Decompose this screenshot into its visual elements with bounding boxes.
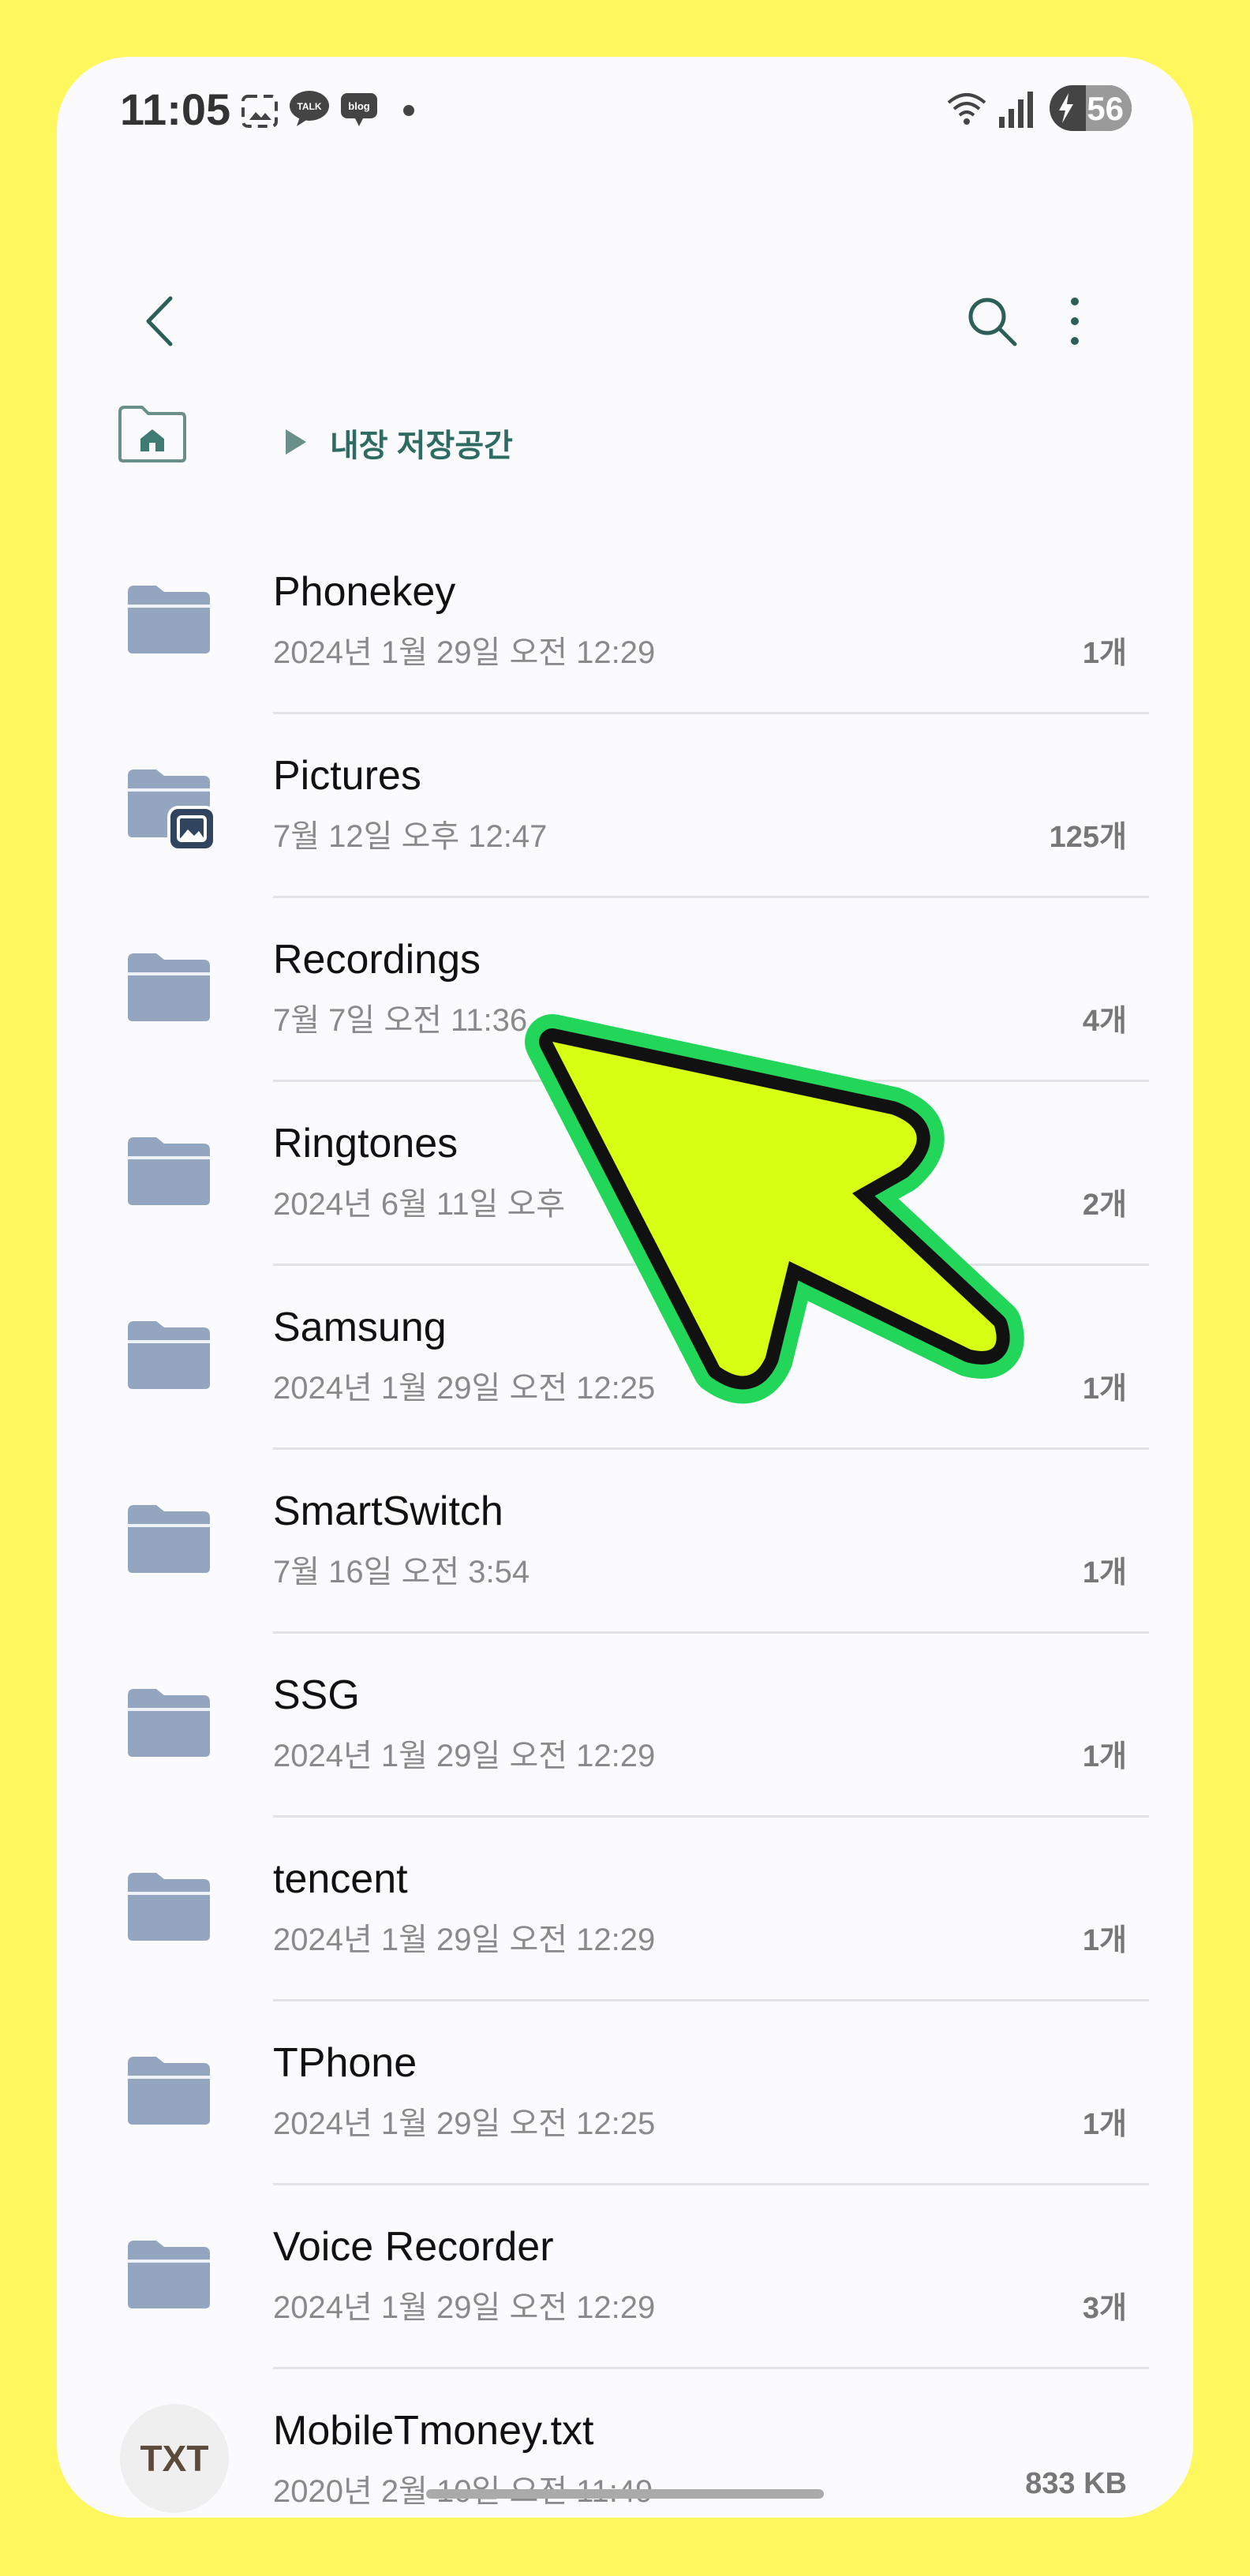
folder-icon [128, 1321, 210, 1389]
folder-icon [128, 1505, 210, 1573]
list-item[interactable]: Voice Recorder 2024년 1월 29일 오전 12:29 3개 [57, 2185, 1193, 2369]
item-count: 1개 [1082, 2108, 1127, 2141]
item-name: SSG [273, 1672, 360, 1718]
signal-icon [999, 92, 1033, 128]
list-item[interactable]: Phonekey 2024년 1월 29일 오전 12:29 1개 [57, 530, 1193, 714]
item-date: 2024년 1월 29일 오전 12:29 [273, 1739, 656, 1773]
item-name: Ringtones [273, 1121, 458, 1166]
folder-icon [128, 1689, 210, 1757]
list-item[interactable]: Pictures 7월 12일 오후 12:47 125개 [57, 714, 1193, 898]
talk-label: TALK [297, 101, 321, 112]
item-date: 2020년 2월 10일 오전 11:49 [273, 2474, 653, 2509]
item-name: Voice Recorder [273, 2224, 554, 2270]
item-count: 1개 [1082, 1924, 1127, 1957]
bolt-icon [1059, 93, 1073, 123]
folder-icon [128, 586, 210, 653]
file-list: Phonekey 2024년 1월 29일 오전 12:29 1개 Pictur… [57, 530, 1193, 2518]
status-time: 11:05 [120, 84, 231, 134]
screenshot-icon [241, 95, 278, 128]
breadcrumb-arrow-icon [286, 429, 306, 455]
item-count: 3개 [1082, 2292, 1127, 2325]
item-count: 1개 [1082, 1556, 1127, 1589]
breadcrumb: 내장 저장공간 [117, 388, 1064, 483]
item-count: 1개 [1082, 637, 1127, 670]
list-item[interactable]: SmartSwitch 7월 16일 오전 3:54 1개 [57, 1450, 1193, 1634]
blog-icon: blog [341, 93, 377, 126]
breadcrumb-current[interactable]: 내장 저장공간 [330, 420, 513, 466]
home-indicator[interactable] [426, 2489, 824, 2499]
item-name: Phonekey [273, 569, 456, 615]
item-date: 2024년 1월 29일 오전 12:29 [273, 635, 656, 670]
back-chevron-icon[interactable] [133, 294, 188, 349]
toolbar [57, 262, 1193, 380]
txt-file-icon: TXT [120, 2404, 229, 2513]
item-name: MobileTmoney.txt [273, 2408, 594, 2454]
list-item[interactable]: SSG 2024년 1월 29일 오전 12:29 1개 [57, 1634, 1193, 1818]
folder-pictures-icon [128, 769, 216, 852]
item-name: Pictures [273, 753, 421, 799]
wifi-6-icon [947, 93, 986, 125]
item-count: 1개 [1082, 1372, 1127, 1406]
pointer-arrow-icon [525, 1014, 1024, 1404]
folder-icon [128, 953, 210, 1021]
item-date: 2024년 1월 29일 오전 12:29 [273, 2290, 656, 2325]
folder-icon [128, 1873, 210, 1941]
item-name: TPhone [273, 2040, 417, 2086]
item-count: 1개 [1082, 1740, 1127, 1773]
item-date: 7월 12일 오후 12:47 [273, 819, 548, 854]
item-count: 4개 [1082, 1005, 1127, 1038]
item-date: 7월 16일 오전 3:54 [273, 1555, 530, 1589]
status-bar: 11:05 TALK blog 56 [57, 57, 1193, 167]
folder-icon [128, 2057, 210, 2125]
battery-level: 56 [1087, 90, 1124, 127]
item-name: Recordings [273, 937, 481, 983]
search-icon[interactable] [964, 294, 1020, 349]
dot-icon [403, 105, 414, 116]
item-count: 2개 [1082, 1189, 1127, 1222]
more-vertical-icon[interactable] [1059, 294, 1091, 349]
battery-icon: 56 [1050, 85, 1132, 131]
item-count: 125개 [1049, 821, 1127, 854]
folder-icon [128, 2241, 210, 2308]
kakaotalk-icon: TALK [290, 91, 329, 126]
blog-label: blog [348, 100, 369, 112]
item-name: tencent [273, 1856, 408, 1902]
item-name: Samsung [273, 1305, 447, 1350]
item-size: 833 KB [1025, 2467, 1127, 2500]
list-item[interactable]: TPhone 2024년 1월 29일 오전 12:25 1개 [57, 2001, 1193, 2185]
item-date: 7월 7일 오전 11:36 [273, 1003, 528, 1038]
list-item[interactable]: tencent 2024년 1월 29일 오전 12:29 1개 [57, 1818, 1193, 2001]
folder-icon [128, 1137, 210, 1205]
home-folder-icon[interactable] [117, 404, 188, 464]
item-date: 2024년 1월 29일 오전 12:25 [273, 2106, 656, 2141]
item-name: SmartSwitch [273, 1488, 503, 1534]
item-date: 2024년 1월 29일 오전 12:29 [273, 1923, 656, 1957]
